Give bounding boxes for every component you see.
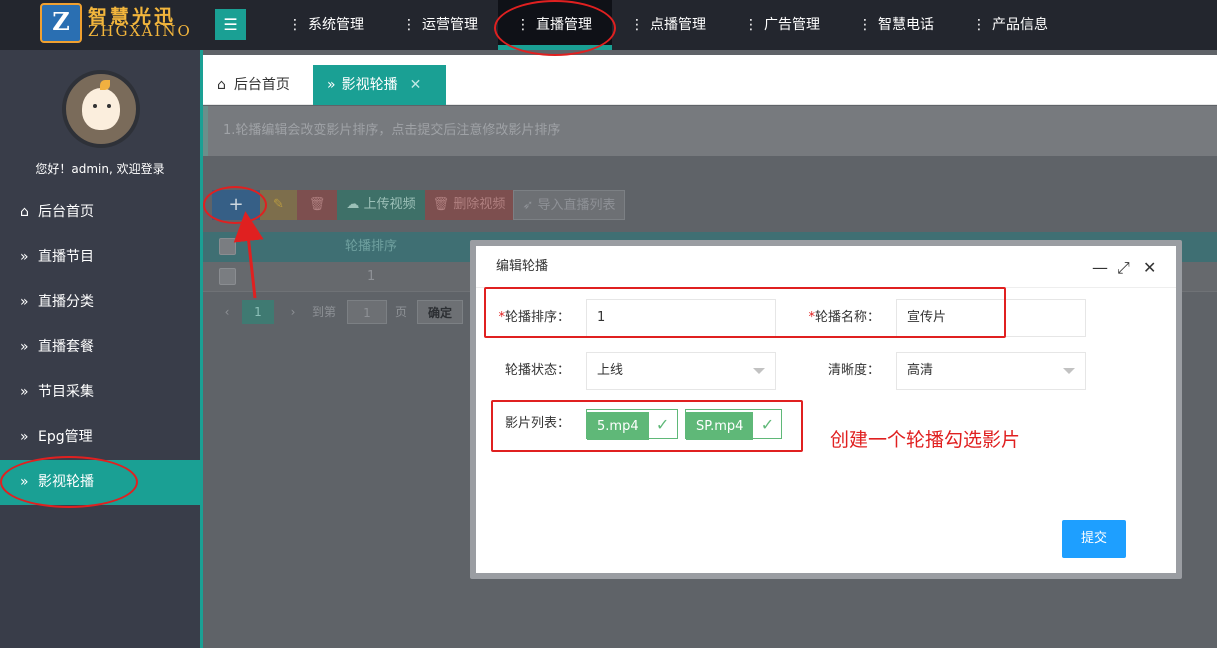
- double-chevron-icon: »: [20, 384, 29, 400]
- vertical-dots-icon: ⋮: [288, 17, 302, 33]
- maximize-icon[interactable]: ⤢: [1117, 258, 1130, 278]
- add-button[interactable]: +: [212, 190, 260, 220]
- sidebar-item-home[interactable]: ⌂ 后台首页: [0, 190, 200, 235]
- trash-icon: 🗑: [432, 197, 450, 212]
- home-icon: ⌂: [217, 77, 226, 93]
- vertical-dots-icon: ⋮: [858, 17, 872, 33]
- close-icon[interactable]: ✕: [1143, 258, 1156, 277]
- film-checkbox-2[interactable]: SP.mp4 ✓: [685, 409, 783, 440]
- delete-video-button[interactable]: 🗑 删除视频: [425, 190, 513, 220]
- prev-page-icon[interactable]: ‹: [219, 300, 235, 324]
- film-checkbox-1[interactable]: 5.mp4 ✓: [586, 409, 678, 440]
- next-page-icon[interactable]: ›: [285, 300, 301, 324]
- column-header-order: 轮播排序: [345, 239, 398, 254]
- delete-button[interactable]: 🗑: [297, 190, 337, 220]
- greeting-text: 您好！admin, 欢迎登录: [35, 162, 165, 176]
- sidebar-item-live-programs[interactable]: » 直播节目: [0, 235, 200, 280]
- double-chevron-icon: »: [20, 429, 29, 445]
- sidebar-item-live-package[interactable]: » 直播套餐: [0, 325, 200, 370]
- tab-carousel[interactable]: » 影视轮播 ✕: [313, 65, 446, 105]
- toolbar: + ✎ 🗑 ☁ 上传视频 🗑 删除视频 ➶ 导入直播列表: [203, 190, 1217, 220]
- page-number-current[interactable]: 1: [242, 300, 274, 324]
- nav-item-ads[interactable]: ⋮ 广告管理: [726, 0, 840, 50]
- menu-toggle-button[interactable]: ☰: [215, 9, 246, 40]
- nav-item-system[interactable]: ⋮ 系统管理: [270, 0, 384, 50]
- films-label: 影片列表：: [504, 416, 570, 431]
- sidebar-item-live-category[interactable]: » 直播分类: [0, 280, 200, 325]
- send-icon: ➶: [522, 198, 534, 213]
- close-tab-icon[interactable]: ✕: [410, 77, 422, 93]
- check-icon: ✓: [655, 415, 670, 434]
- submit-button[interactable]: 提交: [1062, 520, 1126, 558]
- cloud-upload-icon: ☁: [346, 197, 360, 212]
- nav-item-product[interactable]: ⋮ 产品信息: [954, 0, 1068, 50]
- status-select[interactable]: 上线: [586, 352, 776, 390]
- select-all-checkbox[interactable]: [219, 238, 236, 255]
- double-chevron-icon: »: [327, 77, 336, 93]
- sidebar: 您好！admin, 欢迎登录 ⌂ 后台首页 » 直播节目 » 直播分类 » 直播套餐 »…: [0, 50, 200, 648]
- top-bar: Z 智慧光迅 ZHGXAINO ☰ ⋮ 系统管理 ⋮ 运营管理 ⋮ 直播管理 ⋮ 点播管…: [0, 0, 1217, 50]
- nav-item-vod[interactable]: ⋮ 点播管理: [612, 0, 726, 50]
- vertical-dots-icon: ⋮: [630, 17, 644, 33]
- nav-item-live[interactable]: ⋮ 直播管理: [498, 0, 612, 50]
- logo-mark: Z: [40, 3, 82, 43]
- edit-carousel-dialog: 编辑轮播 — ⤢ ✕ *轮播排序： 1 *轮播名称： 宣传片 轮播状态： 上线 …: [476, 246, 1176, 573]
- upload-video-button[interactable]: ☁ 上传视频: [337, 190, 425, 220]
- sidebar-item-epg[interactable]: » Epg管理: [0, 415, 200, 460]
- minimize-icon[interactable]: —: [1092, 258, 1108, 277]
- vertical-dots-icon: ⋮: [972, 17, 986, 33]
- check-icon: ✓: [760, 415, 775, 434]
- name-input[interactable]: 宣传片: [896, 299, 1086, 337]
- double-chevron-icon: »: [20, 249, 29, 265]
- double-chevron-icon: »: [20, 474, 29, 490]
- row-checkbox[interactable]: [219, 268, 236, 285]
- import-live-list-button[interactable]: ➶ 导入直播列表: [513, 190, 625, 220]
- row-order-value: 1: [367, 269, 376, 284]
- chevron-down-icon: [1063, 368, 1075, 374]
- home-icon: ⌂: [20, 204, 29, 220]
- sidebar-item-program-collect[interactable]: » 节目采集: [0, 370, 200, 415]
- nav-item-operation[interactable]: ⋮ 运营管理: [384, 0, 498, 50]
- order-label: *轮播排序：: [498, 310, 570, 325]
- vertical-dots-icon: ⋮: [744, 17, 758, 33]
- logo: Z 智慧光迅 ZHGXAINO: [0, 0, 200, 50]
- pencil-icon: ✎: [273, 197, 284, 212]
- double-chevron-icon: »: [20, 339, 29, 355]
- tip-text: 1.轮播编辑会改变影片排序，点击提交后注意修改影片排序: [203, 106, 1217, 156]
- nav-item-phone[interactable]: ⋮ 智慧电话: [840, 0, 954, 50]
- chevron-down-icon: [753, 368, 765, 374]
- logo-en-text: ZHGXAINO: [88, 22, 192, 40]
- avatar[interactable]: [62, 70, 140, 148]
- page-confirm-button[interactable]: 确定: [417, 300, 463, 324]
- goto-label: 到第: [311, 305, 336, 319]
- top-nav: ⋮ 系统管理 ⋮ 运营管理 ⋮ 直播管理 ⋮ 点播管理 ⋮ 广告管理 ⋮ 智慧电话 ⋮ 产品信…: [270, 0, 1068, 50]
- menu-collapse-icon: ☰: [223, 15, 238, 34]
- page-unit-label: 页: [394, 305, 407, 319]
- vertical-dots-icon: ⋮: [516, 17, 530, 33]
- status-label: 轮播状态：: [504, 363, 570, 378]
- dialog-title: 编辑轮播: [476, 246, 1176, 288]
- tab-home[interactable]: ⌂ 后台首页: [203, 65, 304, 105]
- trash-icon: 🗑: [308, 197, 326, 212]
- double-chevron-icon: »: [20, 294, 29, 310]
- edit-button[interactable]: ✎: [260, 190, 297, 220]
- tab-bar: ⌂ 后台首页 » 影视轮播 ✕: [203, 55, 1217, 105]
- name-label: *轮播名称：: [808, 310, 880, 325]
- annotation-text: 创建一个轮播勾选影片: [830, 429, 1021, 451]
- order-input[interactable]: 1: [586, 299, 776, 337]
- sidebar-item-carousel[interactable]: » 影视轮播: [0, 460, 200, 505]
- page-input[interactable]: 1: [347, 300, 387, 324]
- quality-select[interactable]: 高清: [896, 352, 1086, 390]
- quality-label: 清晰度：: [827, 363, 880, 378]
- vertical-dots-icon: ⋮: [402, 17, 416, 33]
